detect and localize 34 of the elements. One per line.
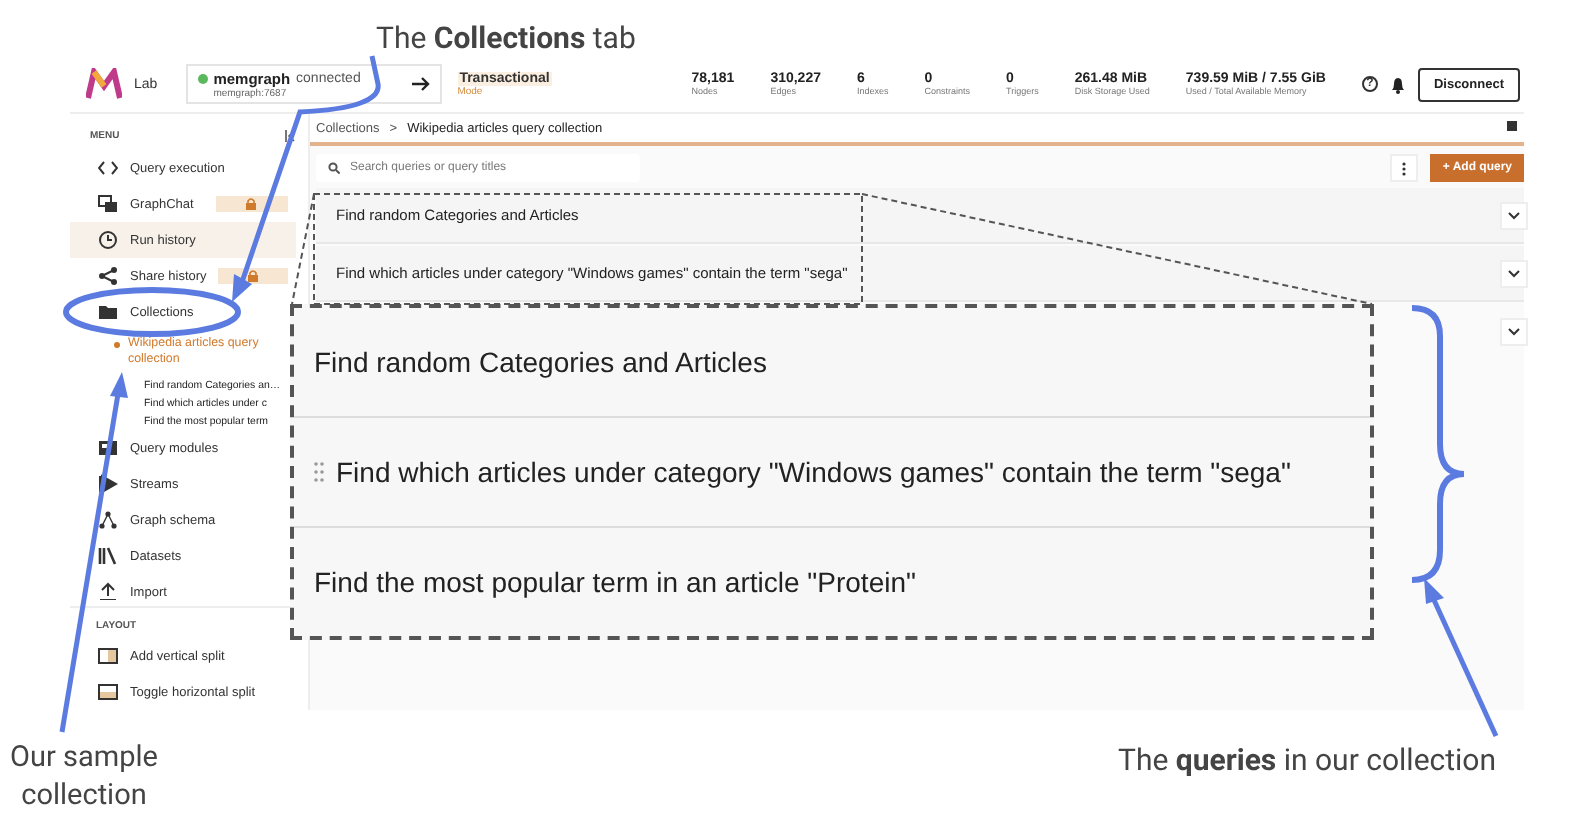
expand-button[interactable]: [1500, 201, 1528, 229]
expand-button[interactable]: [1500, 259, 1528, 287]
annotation-caption: The queries in our collection: [1118, 742, 1497, 778]
folder-icon: [98, 302, 118, 322]
lock-icon: [248, 270, 259, 282]
horizontal-split-icon: [98, 682, 118, 702]
clock-icon: [98, 230, 118, 250]
drag-handle-icon[interactable]: [314, 462, 324, 482]
query-title: Find the most popular term in an article "Protein": [314, 566, 916, 598]
graph-icon: [98, 510, 118, 530]
logo-icon: [86, 68, 122, 100]
annotation-caption: Our sample collection: [8, 738, 160, 814]
chevron-down-icon: [1508, 327, 1520, 335]
annotation-caption: The Collections tab: [376, 20, 636, 56]
chevron-down-icon: [1508, 211, 1520, 219]
vertical-split-icon: [98, 646, 118, 666]
lock-icon: [246, 198, 257, 210]
arrow-right-icon[interactable]: [411, 76, 430, 92]
books-icon: [98, 546, 118, 566]
bell-icon[interactable]: [1389, 75, 1406, 93]
chat-icon: [98, 194, 118, 214]
query-title: Find random Categories and Articles: [314, 346, 767, 378]
kebab-icon: [1402, 161, 1407, 175]
expand-icon[interactable]: [1506, 120, 1518, 132]
bullet-icon: [114, 342, 120, 348]
collapse-icon[interactable]: [284, 130, 296, 142]
expand-button[interactable]: [1500, 317, 1528, 345]
search-icon: [328, 162, 340, 174]
chevron-down-icon: [1508, 269, 1520, 277]
code-icon: [98, 158, 118, 178]
query-title: Find which articles under category "Windows games" contain the term "sega": [336, 456, 1291, 488]
upload-icon: [98, 582, 118, 600]
play-icon: [98, 474, 118, 494]
share-icon: [98, 266, 118, 286]
